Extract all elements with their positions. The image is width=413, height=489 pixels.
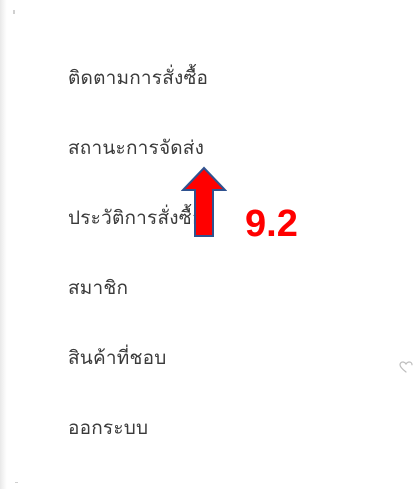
panel-corner-mark [15, 482, 18, 483]
panel-left-edge [0, 0, 7, 489]
step-number-label: 9.2 [245, 203, 298, 245]
menu-item-favorites[interactable]: สินค้าที่ชอบ [68, 346, 166, 370]
menu-item-shipping-status[interactable]: สถานะการจัดส่ง [68, 136, 204, 160]
page: ติดตามการสั่งซื้อ สถานะการจัดส่ง ประวัติ… [0, 0, 413, 489]
menu-item-membership[interactable]: สมาชิก [68, 276, 128, 300]
panel-corner-mark [13, 10, 15, 14]
menu-item-track-order[interactable]: ติดตามการสั่งซื้อ [68, 66, 208, 90]
up-arrow-icon [181, 166, 227, 237]
heart-icon[interactable] [399, 361, 413, 373]
menu-item-logout[interactable]: ออกระบบ [68, 416, 148, 440]
